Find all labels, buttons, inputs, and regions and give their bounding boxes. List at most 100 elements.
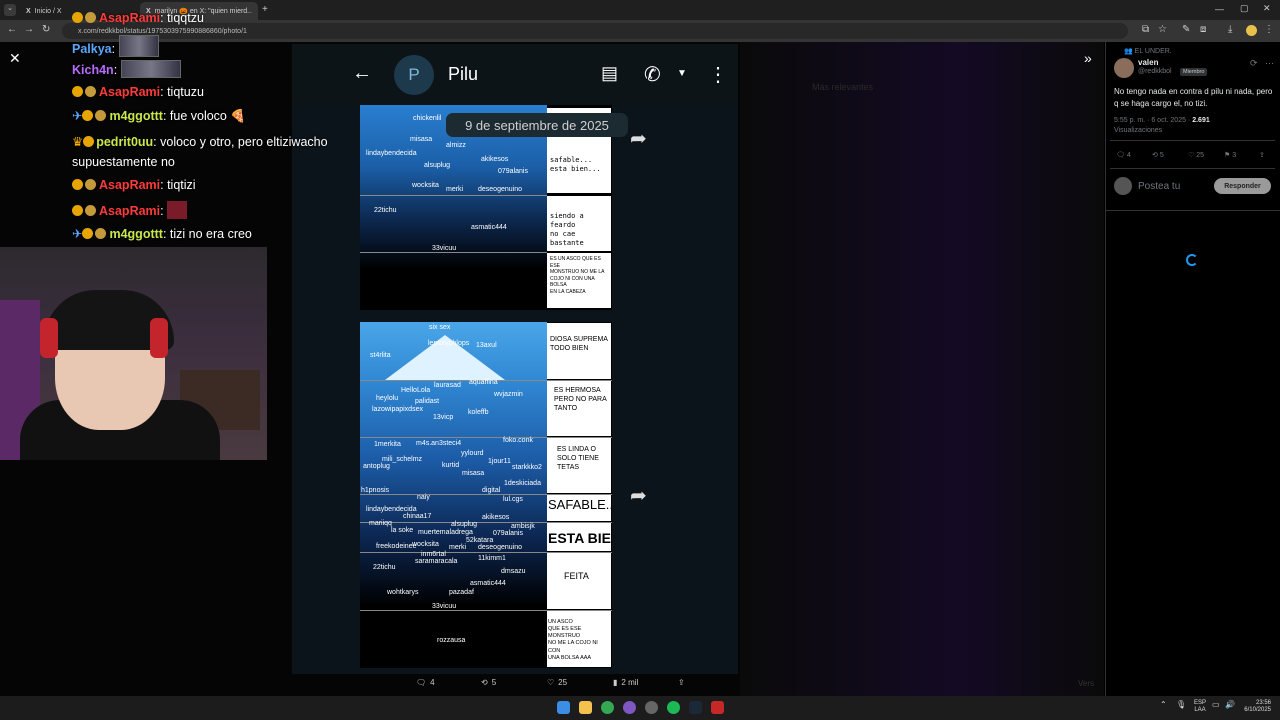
iceberg-name-label: 13vicp [433, 414, 454, 421]
views-label: Visualizaciones [1114, 127, 1163, 134]
iceberg-name-label: heylolu [376, 395, 399, 402]
red-app-icon[interactable] [711, 701, 724, 714]
reply-button[interactable]: Responder [1214, 178, 1271, 194]
panel-reply-stat[interactable]: 🗨 4 [1116, 151, 1131, 159]
more-icon[interactable]: ⋯ [1265, 58, 1274, 69]
panel-bookmark-stat[interactable]: ⚑ 3 [1224, 151, 1236, 159]
chat-line: ✈ m4ggottt: fue voloco 🍕 [72, 109, 246, 123]
address-bar[interactable]: x.com/redkkbol/status/197530397599088686… [62, 23, 1128, 39]
start-menu-icon[interactable] [557, 701, 570, 714]
pizza-emote-icon: 🍕 [230, 109, 246, 123]
like-action[interactable]: ♡ 25 [547, 678, 567, 687]
language-indicator[interactable]: ESP LAA [1194, 700, 1206, 714]
obs-icon[interactable] [623, 701, 636, 714]
iceberg-name-label: pazadaf [449, 589, 474, 596]
tier2-comment-1: DIOSA SUPREMA TODO BIEN [547, 323, 611, 379]
network-icon[interactable]: ▭ [1212, 700, 1220, 709]
date-badge: 9 de septiembre de 2025 [446, 113, 628, 137]
reply-input[interactable]: Postea tu [1138, 181, 1180, 192]
views-action[interactable]: ▮ 2 mil [613, 678, 638, 687]
tier2-comment-4: SAFABLE... [547, 495, 611, 521]
iceberg-name-label: wvjazmin [494, 391, 523, 398]
iceberg-name-label: saramaracala [415, 558, 458, 565]
blurred-background [740, 42, 1104, 696]
app-icon[interactable] [645, 701, 658, 714]
chat-emote-image [120, 60, 181, 78]
iceberg-name-label: chinaa17 [403, 513, 432, 520]
extension-icon[interactable]: ✎ [1182, 24, 1190, 35]
emote-badge-icon [95, 110, 107, 121]
iceberg-name-label: mariiqq [369, 520, 392, 527]
grok-icon[interactable]: ⟳ [1250, 58, 1258, 69]
iceberg-name-label: 33vicuu [432, 603, 457, 610]
iceberg-name-label: 22tichu [374, 207, 397, 214]
iceberg-name-label: dmsazu [501, 568, 526, 575]
iceberg-name-label: aquaffina [469, 379, 498, 386]
iceberg-name-label: st4rlita [370, 352, 391, 359]
spotify-icon[interactable] [667, 701, 680, 714]
iceberg-name-label: starkkko2 [512, 464, 542, 471]
iceberg-name-label: akikesos [482, 514, 510, 521]
iceberg-name-label: 1merkita [374, 441, 401, 448]
repost-action[interactable]: ⟲ 5 [481, 678, 496, 687]
volume-icon[interactable]: 🔊 [1225, 700, 1235, 709]
author-avatar[interactable] [1114, 58, 1134, 78]
panel-share-icon[interactable]: ⇪ [1259, 151, 1265, 159]
heart-icon: ♡ [1188, 152, 1197, 159]
minimize-icon[interactable]: — [1215, 4, 1224, 14]
close-viewer-icon[interactable]: ✕ [9, 50, 21, 67]
chat-line: AsapRami: tiqqtzu [72, 11, 204, 25]
member-badge: Miembro [1180, 68, 1208, 76]
heart-icon: ♡ [547, 678, 555, 687]
panel-like-stat[interactable]: ♡ 25 [1188, 151, 1204, 159]
iceberg-name-label: palidast [415, 398, 440, 405]
download-icon[interactable]: ⤓ [1228, 24, 1232, 35]
phone-call-icon: ✆ [644, 64, 661, 86]
tab-search-icon[interactable]: ⌄ [4, 4, 16, 16]
author-name[interactable]: valen [1138, 58, 1158, 67]
ghost-bottom-text: Vers [1078, 679, 1095, 688]
forward-icon: ➦ [630, 128, 647, 150]
reply-action[interactable]: 🗨 4 [416, 678, 435, 687]
extensions-puzzle-icon[interactable]: ⧈ [1200, 24, 1206, 35]
author-handle[interactable]: @redkkbol [1138, 68, 1172, 75]
community-context: 👥 EL UNDER. [1124, 48, 1172, 55]
iceberg-name-label: asmatic444 [471, 224, 507, 231]
sub-badge-icon [72, 205, 83, 216]
sub-badge-icon [72, 12, 83, 23]
iceberg-name-label: asmatic444 [470, 580, 506, 587]
reply-icon: 🗨 [416, 678, 427, 687]
forward-icon[interactable]: → [24, 24, 34, 35]
sub-badge-icon [83, 136, 95, 147]
file-explorer-icon[interactable] [579, 701, 592, 714]
tier2-comment-6: FEITA [547, 553, 611, 609]
iceberg-name-label: merki [446, 186, 464, 193]
back-icon[interactable]: ← [7, 24, 17, 35]
iceberg-name-label: misasa [462, 470, 485, 477]
microphone-icon[interactable]: 🎙 [1176, 700, 1186, 709]
panel-repost-stat[interactable]: ⟲ 5 [1152, 151, 1164, 159]
iceberg-name-label: leptotyphlops [428, 340, 470, 347]
clock[interactable]: 23:56 6/10/2025 [1241, 700, 1271, 714]
cast-icon[interactable]: ⧉ [1142, 24, 1149, 35]
expand-panel-icon[interactable]: » [1084, 50, 1092, 66]
tier-comment-2: siendo a feardo no cae bastante [547, 196, 611, 251]
iceberg-name-label: antoplug [363, 463, 390, 470]
my-avatar [1114, 177, 1132, 195]
chat-emote-image [118, 35, 159, 57]
close-window-icon[interactable]: ✕ [1263, 3, 1271, 14]
profile-avatar[interactable] [1246, 25, 1257, 36]
reload-icon[interactable]: ↻ [42, 24, 50, 35]
steam-icon[interactable] [689, 701, 702, 714]
dropdown-arrow-icon: ▼ [677, 68, 687, 79]
tray-expand-icon[interactable]: ⌃ [1160, 700, 1167, 709]
iceberg-name-label: digital [482, 487, 501, 494]
maximize-icon[interactable]: ▢ [1240, 3, 1249, 14]
sword-badge-icon: ✈ [72, 109, 83, 123]
chrome-icon[interactable] [601, 701, 614, 714]
new-tab-button[interactable]: + [262, 4, 268, 15]
chat-line: Palkya: [72, 35, 159, 57]
menu-kebab-icon[interactable]: ⋮ [1264, 24, 1274, 35]
share-action[interactable]: ⇪ [678, 678, 685, 687]
bookmark-star-icon[interactable]: ☆ [1158, 24, 1167, 35]
